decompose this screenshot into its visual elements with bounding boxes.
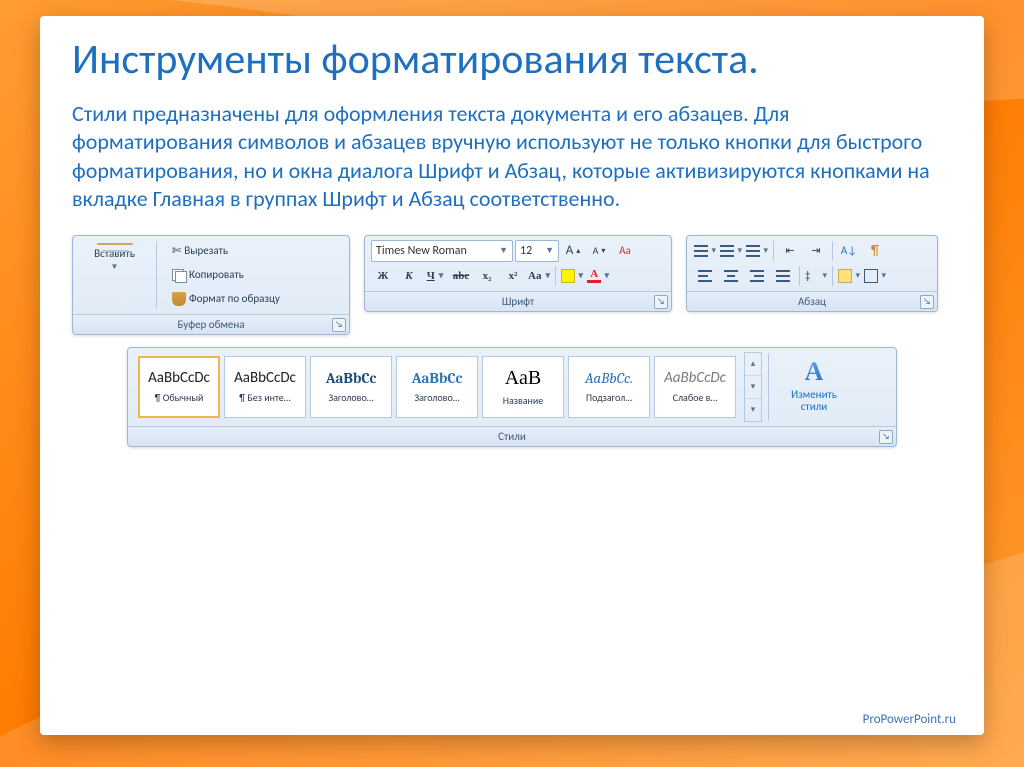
gallery-up-icon[interactable]: ▴ bbox=[745, 353, 761, 376]
style-thumb[interactable]: AaBbCcDcСлабое в… bbox=[654, 356, 736, 418]
justify-button[interactable] bbox=[771, 265, 795, 287]
justify-icon bbox=[776, 270, 790, 282]
multilevel-button[interactable]: ▾ bbox=[745, 240, 769, 262]
format-painter-label: Формат по образцу bbox=[189, 292, 280, 305]
font-group: Times New Roman▼ 12▼ A▴ A▾ Aa Ж К Ч▾ abc… bbox=[364, 235, 672, 312]
styles-group: AaBbCcDc¶ ОбычныйAaBbCcDc¶ Без инте…AaBb… bbox=[127, 347, 897, 447]
font-size-combo[interactable]: 12▼ bbox=[515, 240, 559, 262]
highlight-button[interactable]: ▾ bbox=[560, 265, 584, 287]
numbering-button[interactable]: ▾ bbox=[719, 240, 743, 262]
gallery-scroll[interactable]: ▴ ▾ ▾ bbox=[744, 352, 762, 422]
clipboard-group: Вставить ▼ ✄ Вырезать Копировать Ф bbox=[72, 235, 350, 335]
styles-gallery: AaBbCcDc¶ ОбычныйAaBbCcDc¶ Без инте…AaBb… bbox=[134, 352, 740, 422]
multilevel-icon bbox=[746, 245, 760, 257]
change-case-button[interactable]: Aa▾ bbox=[527, 265, 551, 287]
style-thumb[interactable]: AaBbCcЗаголово… bbox=[310, 356, 392, 418]
slide-title: Инструменты форматирования текста. bbox=[72, 36, 952, 84]
font-size-value: 12 bbox=[520, 244, 532, 258]
align-right-icon bbox=[750, 270, 764, 282]
copy-button[interactable]: Копировать bbox=[167, 264, 343, 286]
align-center-icon bbox=[724, 270, 738, 282]
align-left-button[interactable] bbox=[693, 265, 717, 287]
ribbon-row-2: AaBbCcDc¶ ОбычныйAaBbCcDc¶ Без инте…AaBb… bbox=[72, 347, 952, 447]
font-color-button[interactable]: A▾ bbox=[586, 265, 610, 287]
change-styles-icon: A bbox=[805, 357, 824, 387]
sort-icon: A↓ bbox=[841, 244, 857, 257]
bullets-button[interactable]: ▾ bbox=[693, 240, 717, 262]
line-spacing-icon: ‡ bbox=[805, 269, 810, 282]
numbering-icon bbox=[720, 245, 734, 257]
align-center-button[interactable] bbox=[719, 265, 743, 287]
style-thumb[interactable]: AaBbCc.Подзагол… bbox=[568, 356, 650, 418]
ribbon-row-1: Вставить ▼ ✄ Вырезать Копировать Ф bbox=[72, 235, 952, 335]
clipboard-launcher-icon[interactable]: ↘ bbox=[332, 318, 346, 332]
align-left-icon bbox=[698, 270, 712, 282]
shading-button[interactable]: ▾ bbox=[837, 265, 861, 287]
format-painter-button[interactable]: Формат по образцу bbox=[167, 288, 343, 310]
gallery-more-icon[interactable]: ▾ bbox=[745, 399, 761, 421]
gallery-down-icon[interactable]: ▾ bbox=[745, 376, 761, 399]
watermark: ProPowerPoint.ru bbox=[863, 712, 956, 727]
paste-icon bbox=[97, 243, 133, 245]
align-right-button[interactable] bbox=[745, 265, 769, 287]
indent-icon: ⇥ bbox=[811, 244, 820, 257]
borders-button[interactable]: ▾ bbox=[863, 265, 887, 287]
font-name-combo[interactable]: Times New Roman▼ bbox=[371, 240, 513, 262]
bullets-icon bbox=[694, 245, 708, 257]
pilcrow-icon: ¶ bbox=[871, 242, 879, 259]
paragraph-caption: Абзац bbox=[798, 295, 826, 308]
subscript-button[interactable]: x₂ bbox=[475, 265, 499, 287]
style-thumb[interactable]: AaBbCcDc¶ Без инте… bbox=[224, 356, 306, 418]
font-color-icon: A bbox=[587, 269, 601, 283]
copy-icon bbox=[172, 269, 186, 281]
font-caption: Шрифт bbox=[502, 295, 534, 308]
font-name-value: Times New Roman bbox=[376, 244, 467, 258]
superscript-button[interactable]: x² bbox=[501, 265, 525, 287]
slide: Инструменты форматирования текста. Стили… bbox=[40, 16, 984, 735]
outdent-button[interactable]: ⇤ bbox=[778, 240, 802, 262]
paragraph-group: ▾ ▾ ▾ ⇤ ⇥ A↓ ¶ ‡▾ bbox=[686, 235, 938, 312]
show-marks-button[interactable]: ¶ bbox=[863, 240, 887, 262]
strike-button[interactable]: abc bbox=[449, 265, 473, 287]
styles-launcher-icon[interactable]: ↘ bbox=[879, 430, 893, 444]
brush-icon bbox=[172, 292, 186, 306]
styles-caption: Стили bbox=[498, 430, 526, 443]
bold-button[interactable]: Ж bbox=[371, 265, 395, 287]
underline-button[interactable]: Ч▾ bbox=[423, 265, 447, 287]
style-thumb[interactable]: AaBbCcDc¶ Обычный bbox=[138, 356, 220, 418]
cut-button[interactable]: ✄ Вырезать bbox=[167, 240, 343, 262]
shrink-font-button[interactable]: A▾ bbox=[587, 240, 611, 262]
slide-body: Стили предназначены для оформления текст… bbox=[72, 100, 952, 213]
sort-button[interactable]: A↓ bbox=[837, 240, 861, 262]
change-styles-button[interactable]: A Изменить стили bbox=[775, 352, 853, 422]
copy-label: Копировать bbox=[189, 268, 244, 281]
highlight-icon bbox=[561, 269, 575, 283]
style-thumb[interactable]: AaBbCcЗаголово… bbox=[396, 356, 478, 418]
change-styles-label: Изменить стили bbox=[778, 389, 850, 413]
scissors-icon: ✄ bbox=[172, 244, 181, 257]
grow-font-button[interactable]: A▴ bbox=[561, 240, 585, 262]
cut-label: Вырезать bbox=[184, 244, 228, 257]
clipboard-caption: Буфер обмена bbox=[177, 318, 244, 331]
outdent-icon: ⇤ bbox=[785, 244, 794, 257]
font-launcher-icon[interactable]: ↘ bbox=[654, 295, 668, 309]
indent-button[interactable]: ⇥ bbox=[804, 240, 828, 262]
style-thumb[interactable]: АаВНазвание bbox=[482, 356, 564, 418]
paste-button[interactable]: Вставить ▼ bbox=[79, 240, 150, 262]
shading-icon bbox=[838, 269, 852, 283]
line-spacing-button[interactable]: ‡▾ bbox=[804, 265, 828, 287]
paste-label: Вставить bbox=[94, 247, 135, 260]
clear-format-button[interactable]: Aa bbox=[613, 240, 637, 262]
borders-icon bbox=[864, 269, 878, 283]
paragraph-launcher-icon[interactable]: ↘ bbox=[920, 295, 934, 309]
italic-button[interactable]: К bbox=[397, 265, 421, 287]
